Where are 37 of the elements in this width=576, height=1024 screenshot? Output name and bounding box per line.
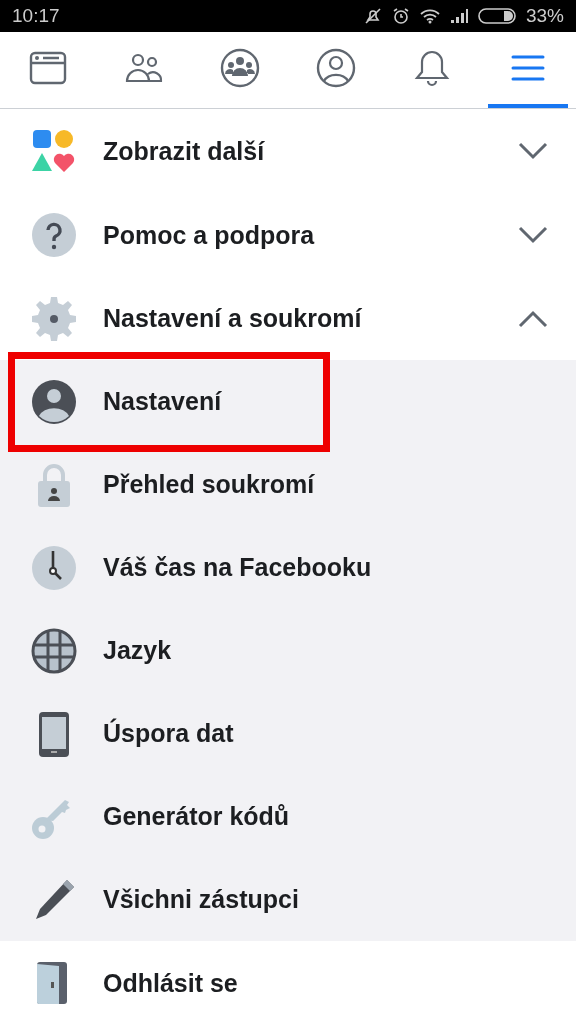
- menu-label: Odhlásit se: [103, 968, 239, 998]
- submenu-label: Úspora dat: [103, 719, 235, 748]
- profile-icon: [316, 48, 356, 88]
- submenu-label: Všichni zástupci: [103, 885, 300, 914]
- submenu-item[interactable]: Jazyk: [0, 609, 576, 692]
- submenu-label: Jazyk: [103, 636, 173, 665]
- person-icon: [31, 378, 77, 425]
- mute-icon: [363, 7, 382, 25]
- submenu-item[interactable]: Generátor kódů: [0, 775, 576, 858]
- submenu-item[interactable]: Všichni zástupci: [0, 858, 576, 941]
- menu-item[interactable]: Zobrazit další: [0, 109, 576, 193]
- gear-icon: [31, 295, 77, 342]
- battery-percent: 33%: [525, 5, 564, 27]
- bell-icon: [412, 48, 452, 88]
- signal-icon: [449, 9, 468, 23]
- alarm-icon: [391, 7, 410, 25]
- clock-icon: [31, 544, 77, 591]
- submenu-label: Váš čas na Facebooku: [103, 553, 373, 582]
- menu-label: Pomoc a podpora: [103, 220, 316, 250]
- groups-icon: [220, 48, 260, 88]
- submenu-item[interactable]: Váš čas na Facebooku: [0, 526, 576, 609]
- shapes-icon: [31, 128, 77, 174]
- menu-item[interactable]: Nastavení a soukromí: [0, 277, 576, 360]
- battery-icon: [477, 8, 516, 24]
- submenu-item[interactable]: Úspora dat: [0, 692, 576, 775]
- status-time: 10:17: [12, 5, 60, 27]
- menu-label: Zobrazit další: [103, 136, 266, 166]
- submenu-label: Přehled soukromí: [103, 470, 316, 499]
- globe-icon: [31, 627, 77, 674]
- menu-label: Nastavení a soukromí: [103, 304, 363, 333]
- wifi-icon: [419, 8, 440, 24]
- help-icon: [31, 212, 77, 258]
- menu-item[interactable]: Pomoc a podpora: [0, 193, 576, 277]
- submenu-label: Nastavení: [103, 387, 223, 416]
- submenu-label: Generátor kódů: [103, 802, 291, 831]
- menu-item[interactable]: Odhlásit se: [0, 941, 576, 1024]
- submenu-item[interactable]: Přehled soukromí: [0, 443, 576, 526]
